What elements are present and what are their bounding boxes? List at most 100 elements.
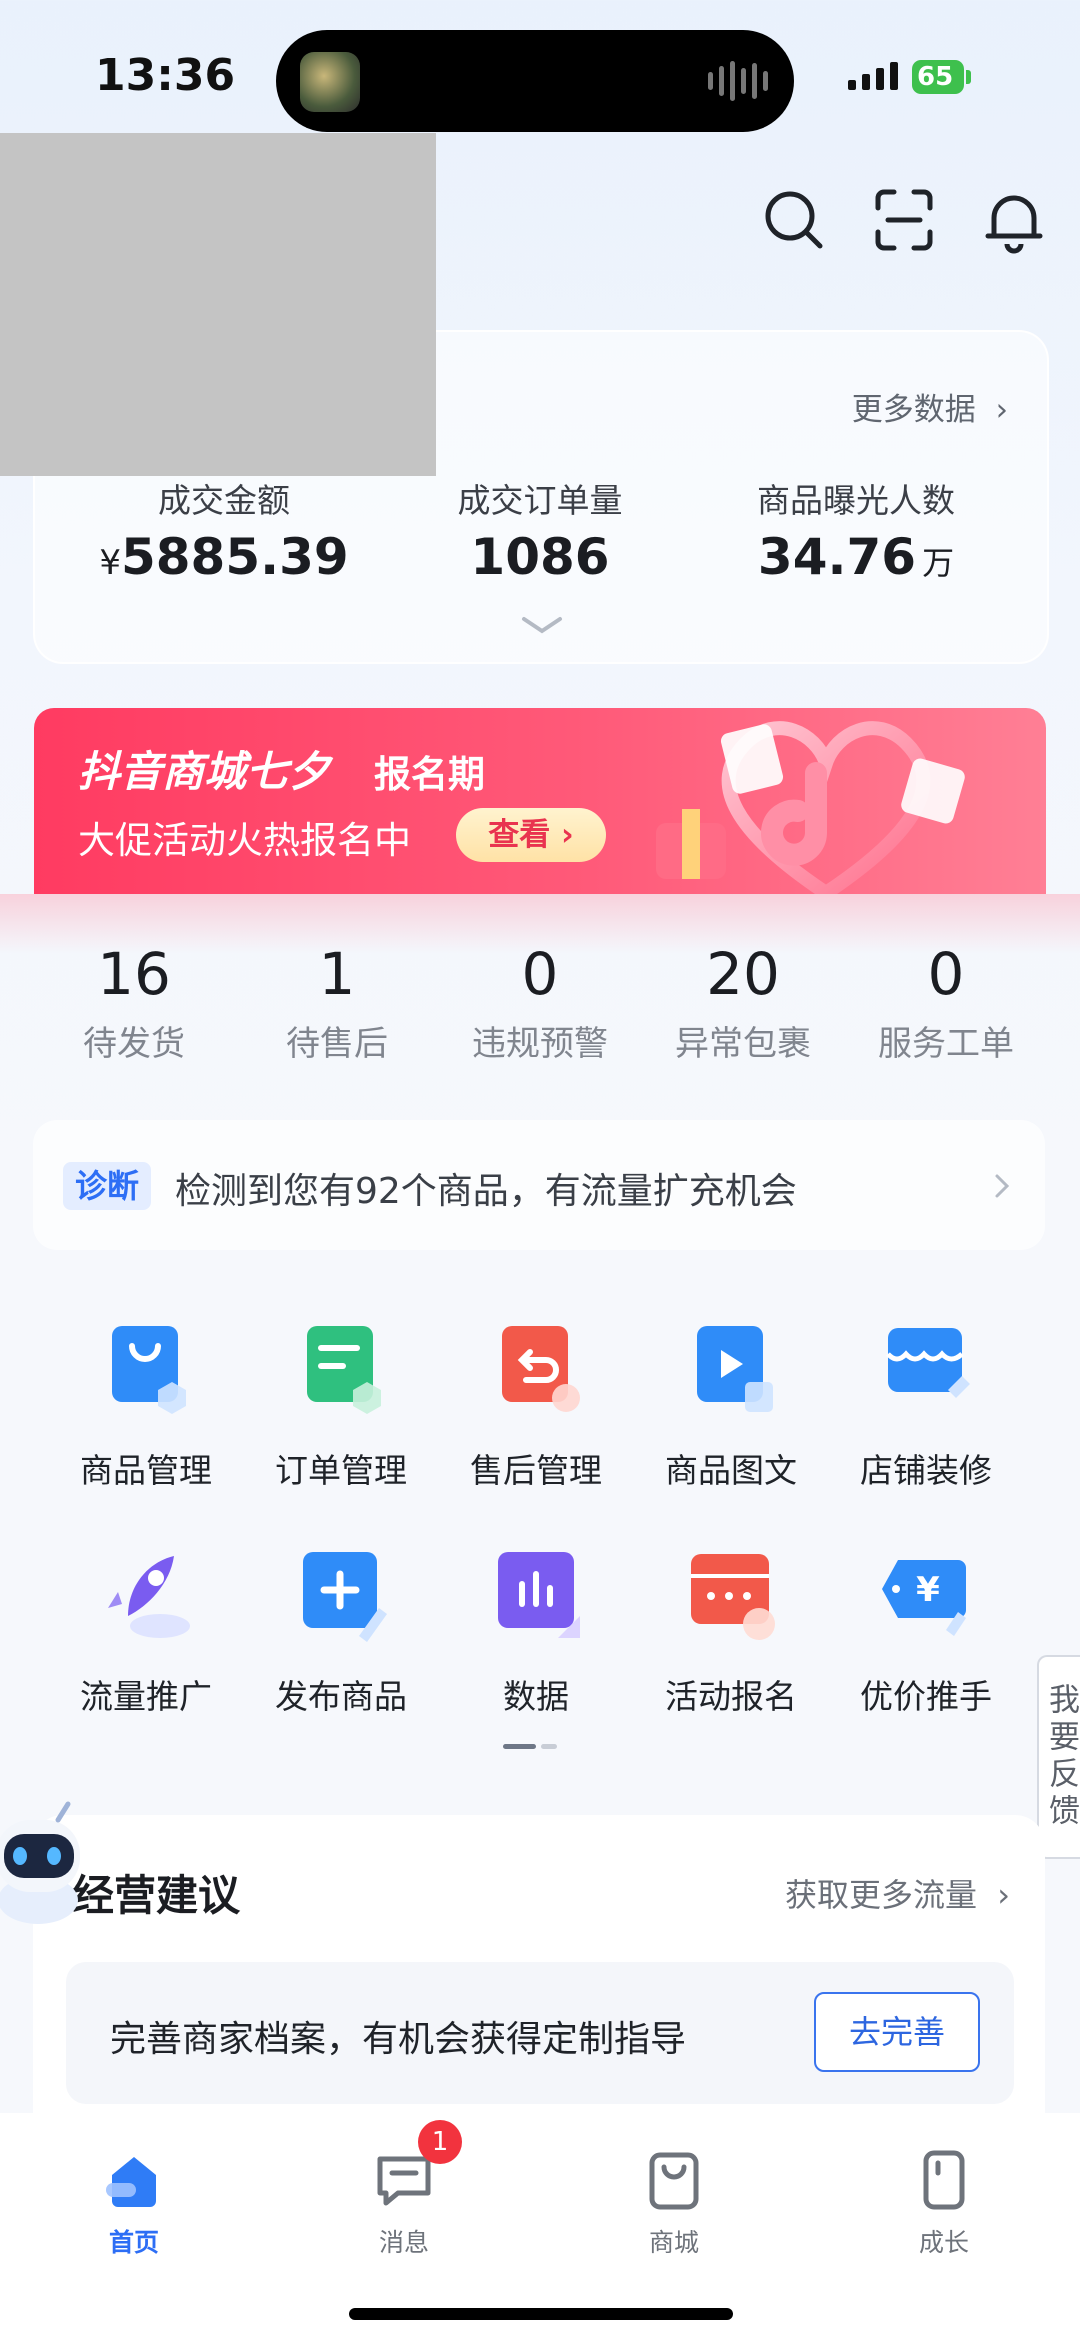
return-icon (502, 1326, 580, 1412)
stat-label-orders: 成交订单量 (457, 481, 623, 520)
calendar-icon (691, 1554, 775, 1640)
page-indicator-inactive (541, 1744, 557, 1749)
bar-chart-icon (498, 1552, 580, 1638)
get-more-traffic-label: 获取更多流量 (785, 1876, 978, 1914)
counter-value: 0 (521, 940, 559, 1008)
video-card-icon (697, 1326, 773, 1412)
tab-label: 成长 (918, 2228, 969, 2257)
promo-banner[interactable]: 抖音商城七夕 报名期 大促活动火热报名中 查看 › (34, 708, 1046, 894)
stat-number: 1086 (470, 528, 610, 586)
growth-icon (923, 2150, 965, 2210)
more-data-label: 更多数据 (851, 392, 976, 428)
counter-label: 待发货 (83, 1024, 185, 1064)
tool-label: 商品图文 (665, 1451, 797, 1490)
media-thumbnail (300, 52, 360, 112)
tool-label: 流量推广 (80, 1677, 212, 1716)
order-list-icon (307, 1326, 381, 1414)
banner-title: 抖音商城七夕 (78, 747, 331, 796)
tool-shop-decoration[interactable]: 店铺装修 (836, 1320, 1016, 1492)
search-icon[interactable] (760, 186, 828, 254)
store-bag-icon (649, 2152, 699, 2210)
stat-unit: 万 (922, 544, 955, 582)
counter-label: 服务工单 (878, 1024, 1014, 1064)
chevron-right-icon: › (995, 392, 1008, 428)
counter-value: 1 (318, 940, 356, 1008)
tab-mall[interactable]: 商城 (584, 2147, 764, 2259)
counter-violation-warning[interactable]: 0 违规预警 (440, 940, 640, 1065)
counter-abnormal-package[interactable]: 20 异常包裹 (643, 940, 843, 1065)
tool-aftersale-management[interactable]: 售后管理 (446, 1320, 626, 1492)
counter-pending-shipment[interactable]: 16 待发货 (34, 940, 234, 1065)
banner-tag: 报名期 (374, 753, 485, 796)
stat-label-gmv: 成交金额 (158, 481, 290, 520)
tool-price-promoter[interactable]: ¥ 优价推手 (836, 1546, 1016, 1718)
bell-icon[interactable] (980, 186, 1048, 254)
tool-order-management[interactable]: 订单管理 (251, 1320, 431, 1492)
heart-gift-illustration (656, 721, 965, 894)
tool-label: 活动报名 (665, 1677, 797, 1716)
banner-view-button[interactable]: 查看 › (456, 808, 606, 862)
stat-value-gmv[interactable]: ¥5885.39 (74, 528, 374, 586)
add-icon (303, 1552, 387, 1642)
tab-growth[interactable]: 成长 (854, 2147, 1034, 2259)
robot-assistant-icon[interactable] (0, 1790, 98, 1930)
tool-label: 数据 (503, 1677, 569, 1716)
advice-item: 完善商家档案，有机会获得定制指导 去完善 (66, 1962, 1014, 2104)
stat-number: 34.76 (757, 528, 917, 586)
banner-subtitle: 大促活动火热报名中 (78, 819, 411, 862)
price-tag-icon: ¥ (882, 1560, 966, 1636)
counter-service-ticket[interactable]: 0 服务工单 (846, 940, 1046, 1065)
tool-product-media[interactable]: 商品图文 (641, 1320, 821, 1492)
counter-label: 异常包裹 (675, 1024, 811, 1064)
counter-value: 20 (706, 940, 780, 1008)
tab-label: 商城 (648, 2228, 699, 2257)
svg-text:¥: ¥ (916, 1570, 940, 1610)
scan-icon[interactable] (870, 186, 938, 254)
tool-traffic-promotion[interactable]: 流量推广 (56, 1546, 236, 1718)
chevron-right-icon (995, 1174, 1010, 1198)
currency-symbol: ¥ (99, 543, 121, 583)
audio-wave-icon (708, 56, 768, 106)
chevron-right-icon: › (997, 1876, 1010, 1914)
tool-data[interactable]: 数据 (446, 1546, 626, 1718)
bottom-tab-bar: 首页 消息 商城 成长 (0, 2113, 1080, 2341)
tab-label: 消息 (378, 2228, 429, 2257)
dynamic-island (276, 30, 794, 132)
counter-value: 16 (97, 940, 171, 1008)
battery-tip (966, 70, 971, 84)
stat-value-exposure[interactable]: 34.76 万 (706, 528, 1006, 586)
redacted-shop-info (0, 133, 436, 476)
tool-label: 优价推手 (860, 1677, 992, 1716)
tool-label: 店铺装修 (860, 1451, 992, 1490)
rocket-icon (108, 1556, 190, 1638)
diagnosis-tag: 诊断 (63, 1162, 151, 1210)
shop-icon (886, 1328, 970, 1398)
tool-label: 订单管理 (275, 1451, 407, 1490)
counter-label: 违规预警 (472, 1024, 608, 1064)
counter-pending-aftersale[interactable]: 1 待售后 (237, 940, 437, 1065)
diagnosis-bar[interactable]: 诊断 检测到您有92个商品，有流量扩充机会 (33, 1120, 1045, 1250)
stat-number: 5885.39 (120, 528, 349, 586)
tab-home[interactable]: 首页 (44, 2147, 224, 2259)
battery-indicator: 65 (912, 60, 964, 94)
diagnosis-text: 检测到您有92个商品，有流量扩充机会 (175, 1171, 797, 1212)
get-more-traffic-link[interactable]: 获取更多流量 › (785, 1870, 1010, 1916)
expand-chevron-icon[interactable] (520, 615, 564, 635)
feedback-tab[interactable]: 我要反馈 (1037, 1655, 1080, 1859)
page-indicator-active (503, 1744, 536, 1749)
advice-item-text: 完善商家档案，有机会获得定制指导 (110, 2019, 687, 2060)
tool-activity-signup[interactable]: 活动报名 (641, 1546, 821, 1718)
tab-messages[interactable]: 消息 (314, 2147, 494, 2259)
home-icon (106, 2157, 156, 2207)
message-badge: 1 (418, 2120, 462, 2164)
signal-icon (848, 62, 898, 90)
tool-product-management[interactable]: 商品管理 (56, 1320, 236, 1492)
more-data-link[interactable]: 更多数据 › (852, 384, 1008, 429)
complete-profile-button[interactable]: 去完善 (814, 1992, 980, 2072)
status-time: 13:36 (95, 50, 236, 101)
stat-value-orders[interactable]: 1086 (390, 528, 690, 586)
counter-value: 0 (927, 940, 965, 1008)
home-indicator (349, 2308, 733, 2320)
tool-publish-product[interactable]: 发布商品 (251, 1546, 431, 1718)
tool-label: 商品管理 (80, 1451, 212, 1490)
